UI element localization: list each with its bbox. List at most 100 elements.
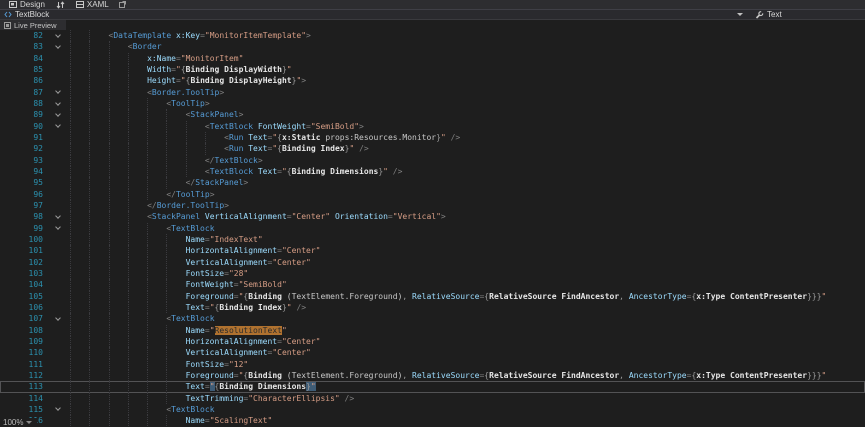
code-line-107[interactable]: 107 <TextBlock — [0, 313, 865, 324]
code-line-102[interactable]: 102 VerticalAlignment="Center" — [0, 257, 865, 268]
line-number[interactable]: 97 — [0, 200, 50, 211]
code-line-84[interactable]: 84 x:Name="MonitorItem" — [0, 53, 865, 64]
code-line-113[interactable]: 113 Text="{Binding Dimensions}" — [0, 381, 865, 392]
line-number[interactable]: 115 — [0, 404, 50, 415]
code-text[interactable]: HorizontalAlignment="Center" — [70, 245, 865, 256]
code-editor[interactable]: 82 <DataTemplate x:Key="MonitorItemTempl… — [0, 30, 865, 427]
line-number[interactable]: 98 — [0, 211, 50, 222]
code-text[interactable]: FontSize="12" — [70, 359, 865, 370]
code-line-103[interactable]: 103 FontSize="28" — [0, 268, 865, 279]
code-line-116[interactable]: 116 Name="ScalingText" — [0, 415, 865, 426]
line-number[interactable]: 94 — [0, 166, 50, 177]
fold-margin[interactable] — [50, 87, 70, 98]
code-text[interactable]: <Run Text="{Binding Index}" /> — [70, 143, 865, 154]
fold-chevron-icon[interactable] — [55, 111, 61, 117]
fold-chevron-icon[interactable] — [55, 213, 61, 219]
code-text[interactable]: <StackPanel> — [70, 109, 865, 120]
code-line-112[interactable]: 112 Foreground="{Binding (TextElement.Fo… — [0, 370, 865, 381]
tab-xaml[interactable]: XAML — [70, 0, 115, 9]
line-number[interactable]: 110 — [0, 347, 50, 358]
line-number[interactable]: 112 — [0, 370, 50, 381]
code-text[interactable]: </ToolTip> — [70, 189, 865, 200]
fold-chevron-icon[interactable] — [55, 88, 61, 94]
line-number[interactable]: 106 — [0, 302, 50, 313]
fold-margin[interactable] — [50, 109, 70, 120]
code-line-105[interactable]: 105 Foreground="{Binding (TextElement.Fo… — [0, 291, 865, 302]
code-text[interactable]: Text="{Binding Index}" /> — [70, 302, 865, 313]
property-dropdown[interactable]: Text — [755, 10, 865, 19]
code-line-94[interactable]: 94 <TextBlock Text="{Binding Dimensions}… — [0, 166, 865, 177]
line-number[interactable]: 104 — [0, 279, 50, 290]
code-text[interactable]: TextTrimming="CharacterEllipsis" /> — [70, 393, 865, 404]
fold-chevron-icon[interactable] — [55, 406, 61, 412]
code-line-90[interactable]: 90 <TextBlock FontWeight="SemiBold"> — [0, 121, 865, 132]
code-line-88[interactable]: 88 <ToolTip> — [0, 98, 865, 109]
line-number[interactable]: 96 — [0, 189, 50, 200]
code-text[interactable]: <StackPanel VerticalAlignment="Center" O… — [70, 211, 865, 222]
code-line-91[interactable]: 91 <Run Text="{x:Static props:Resources.… — [0, 132, 865, 143]
code-text[interactable]: <TextBlock FontWeight="SemiBold"> — [70, 121, 865, 132]
code-line-97[interactable]: 97 </Border.ToolTip> — [0, 200, 865, 211]
code-line-92[interactable]: 92 <Run Text="{Binding Index}" /> — [0, 143, 865, 154]
code-text[interactable]: </TextBlock> — [70, 155, 865, 166]
line-number[interactable]: 95 — [0, 177, 50, 188]
line-number[interactable]: 83 — [0, 41, 50, 52]
code-text[interactable]: <ToolTip> — [70, 98, 865, 109]
line-number[interactable]: 82 — [0, 30, 50, 41]
fold-chevron-icon[interactable] — [55, 43, 61, 49]
code-text[interactable]: Name="ResolutionText" — [70, 325, 865, 336]
code-line-100[interactable]: 100 Name="IndexText" — [0, 234, 865, 245]
swap-panes-button[interactable] — [51, 0, 70, 9]
code-text[interactable]: Foreground="{Binding (TextElement.Foregr… — [70, 370, 865, 381]
line-number[interactable]: 91 — [0, 132, 50, 143]
line-number[interactable]: 88 — [0, 98, 50, 109]
fold-chevron-icon[interactable] — [55, 315, 61, 321]
code-text[interactable]: </StackPanel> — [70, 177, 865, 188]
code-line-101[interactable]: 101 HorizontalAlignment="Center" — [0, 245, 865, 256]
fold-margin[interactable] — [50, 211, 70, 222]
fold-margin[interactable] — [50, 41, 70, 52]
fold-chevron-icon[interactable] — [55, 100, 61, 106]
code-line-109[interactable]: 109 HorizontalAlignment="Center" — [0, 336, 865, 347]
code-text[interactable]: Text="{Binding Dimensions}" — [70, 381, 865, 392]
code-line-98[interactable]: 98 <StackPanel VerticalAlignment="Center… — [0, 211, 865, 222]
code-text[interactable]: <TextBlock — [70, 404, 865, 415]
code-line-104[interactable]: 104 FontWeight="SemiBold" — [0, 279, 865, 290]
code-line-115[interactable]: 115 <TextBlock — [0, 404, 865, 415]
fold-margin[interactable] — [50, 223, 70, 234]
code-line-85[interactable]: 85 Width="{Binding DisplayWidth}" — [0, 64, 865, 75]
code-text[interactable]: <DataTemplate x:Key="MonitorItemTemplate… — [70, 30, 865, 41]
fold-chevron-icon[interactable] — [55, 224, 61, 230]
code-line-96[interactable]: 96 </ToolTip> — [0, 189, 865, 200]
line-number[interactable]: 113 — [0, 381, 50, 392]
code-text[interactable]: Height="{Binding DisplayHeight}"> — [70, 75, 865, 86]
code-text[interactable]: x:Name="MonitorItem" — [70, 53, 865, 64]
line-number[interactable]: 109 — [0, 336, 50, 347]
popout-button[interactable] — [115, 0, 130, 9]
code-text[interactable]: FontSize="28" — [70, 268, 865, 279]
element-dropdown[interactable]: TextBlock — [0, 10, 755, 19]
code-text[interactable]: VerticalAlignment="Center" — [70, 347, 865, 358]
line-number[interactable]: 87 — [0, 87, 50, 98]
code-text[interactable]: Foreground="{Binding (TextElement.Foregr… — [70, 291, 865, 302]
line-number[interactable]: 84 — [0, 53, 50, 64]
code-line-95[interactable]: 95 </StackPanel> — [0, 177, 865, 188]
code-text[interactable]: <Border — [70, 41, 865, 52]
code-line-83[interactable]: 83 <Border — [0, 41, 865, 52]
code-text[interactable]: <TextBlock — [70, 223, 865, 234]
line-number[interactable]: 108 — [0, 325, 50, 336]
code-line-106[interactable]: 106 Text="{Binding Index}" /> — [0, 302, 865, 313]
code-line-114[interactable]: 114 TextTrimming="CharacterEllipsis" /> — [0, 393, 865, 404]
code-text[interactable]: Width="{Binding DisplayWidth}" — [70, 64, 865, 75]
line-number[interactable]: 86 — [0, 75, 50, 86]
code-line-93[interactable]: 93 </TextBlock> — [0, 155, 865, 166]
line-number[interactable]: 92 — [0, 143, 50, 154]
line-number[interactable]: 101 — [0, 245, 50, 256]
line-number[interactable]: 100 — [0, 234, 50, 245]
code-text[interactable]: Name="IndexText" — [70, 234, 865, 245]
line-number[interactable]: 105 — [0, 291, 50, 302]
code-line-99[interactable]: 99 <TextBlock — [0, 223, 865, 234]
fold-margin[interactable] — [50, 121, 70, 132]
line-number[interactable]: 93 — [0, 155, 50, 166]
line-number[interactable]: 107 — [0, 313, 50, 324]
